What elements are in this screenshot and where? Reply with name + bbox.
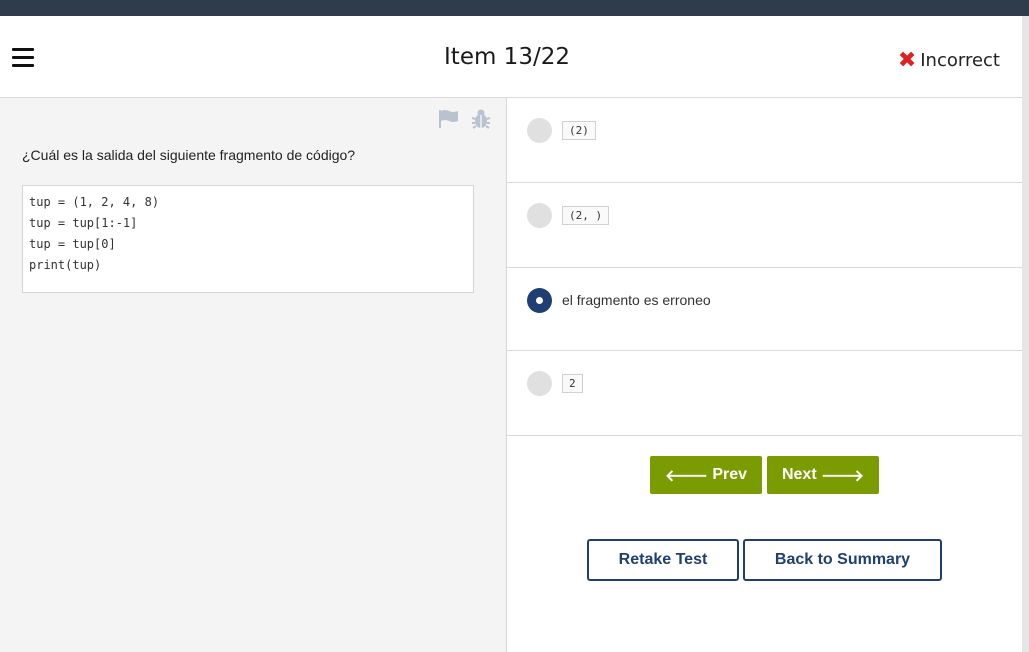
- bug-icon[interactable]: [470, 108, 492, 135]
- code-line: print(tup): [29, 258, 102, 272]
- arrow-right-icon: 🡒: [821, 467, 865, 485]
- answer-option-4[interactable]: 2: [507, 351, 1022, 436]
- option-label: 2: [562, 374, 583, 393]
- flag-icon[interactable]: [438, 109, 460, 134]
- answer-option-1[interactable]: (2): [507, 98, 1022, 183]
- prev-label: Prev: [712, 466, 748, 483]
- code-snippet: tup = (1, 2, 4, 8) tup = tup[1:-1] tup = t…: [22, 185, 474, 293]
- option-label: (2, ): [562, 206, 610, 225]
- option-label: (2): [562, 121, 596, 140]
- retake-test-button[interactable]: Retake Test: [587, 539, 739, 581]
- result-status: ✖ Incorrect: [897, 47, 1000, 73]
- header: Item 13/22 ✖ Incorrect: [0, 16, 1022, 98]
- code-line: tup = tup[0]: [29, 237, 116, 251]
- radio-button-selected[interactable]: [527, 288, 552, 313]
- code-line: tup = (1, 2, 4, 8): [29, 195, 160, 209]
- next-label: Next: [781, 466, 817, 483]
- next-button[interactable]: Next 🡒: [767, 456, 879, 494]
- radio-button[interactable]: [527, 371, 552, 396]
- scroll-track: [1022, 16, 1029, 652]
- prev-button[interactable]: 🡐 Prev: [650, 456, 762, 494]
- status-label: Incorrect: [920, 50, 1000, 71]
- option-label: el fragmento es erroneo: [562, 292, 711, 308]
- radio-button[interactable]: [527, 203, 552, 228]
- back-to-summary-button[interactable]: Back to Summary: [743, 539, 942, 581]
- question-text: ¿Cuál es la salida del siguiente fragmen…: [22, 147, 356, 163]
- code-line: tup = tup[1:-1]: [29, 216, 138, 230]
- answers-pane: (2) (2, ) el fragmento es erroneo 2 🡐 Pr…: [507, 98, 1022, 652]
- answer-option-3[interactable]: el fragmento es erroneo: [507, 268, 1022, 351]
- radio-button[interactable]: [527, 118, 552, 143]
- question-pane: ¿Cuál es la salida del siguiente fragmen…: [0, 98, 507, 652]
- x-icon: ✖: [897, 48, 917, 73]
- item-counter: Item 13/22: [444, 44, 570, 70]
- top-bar: [0, 0, 1029, 16]
- arrow-left-icon: 🡐: [664, 467, 708, 485]
- answer-option-2[interactable]: (2, ): [507, 183, 1022, 268]
